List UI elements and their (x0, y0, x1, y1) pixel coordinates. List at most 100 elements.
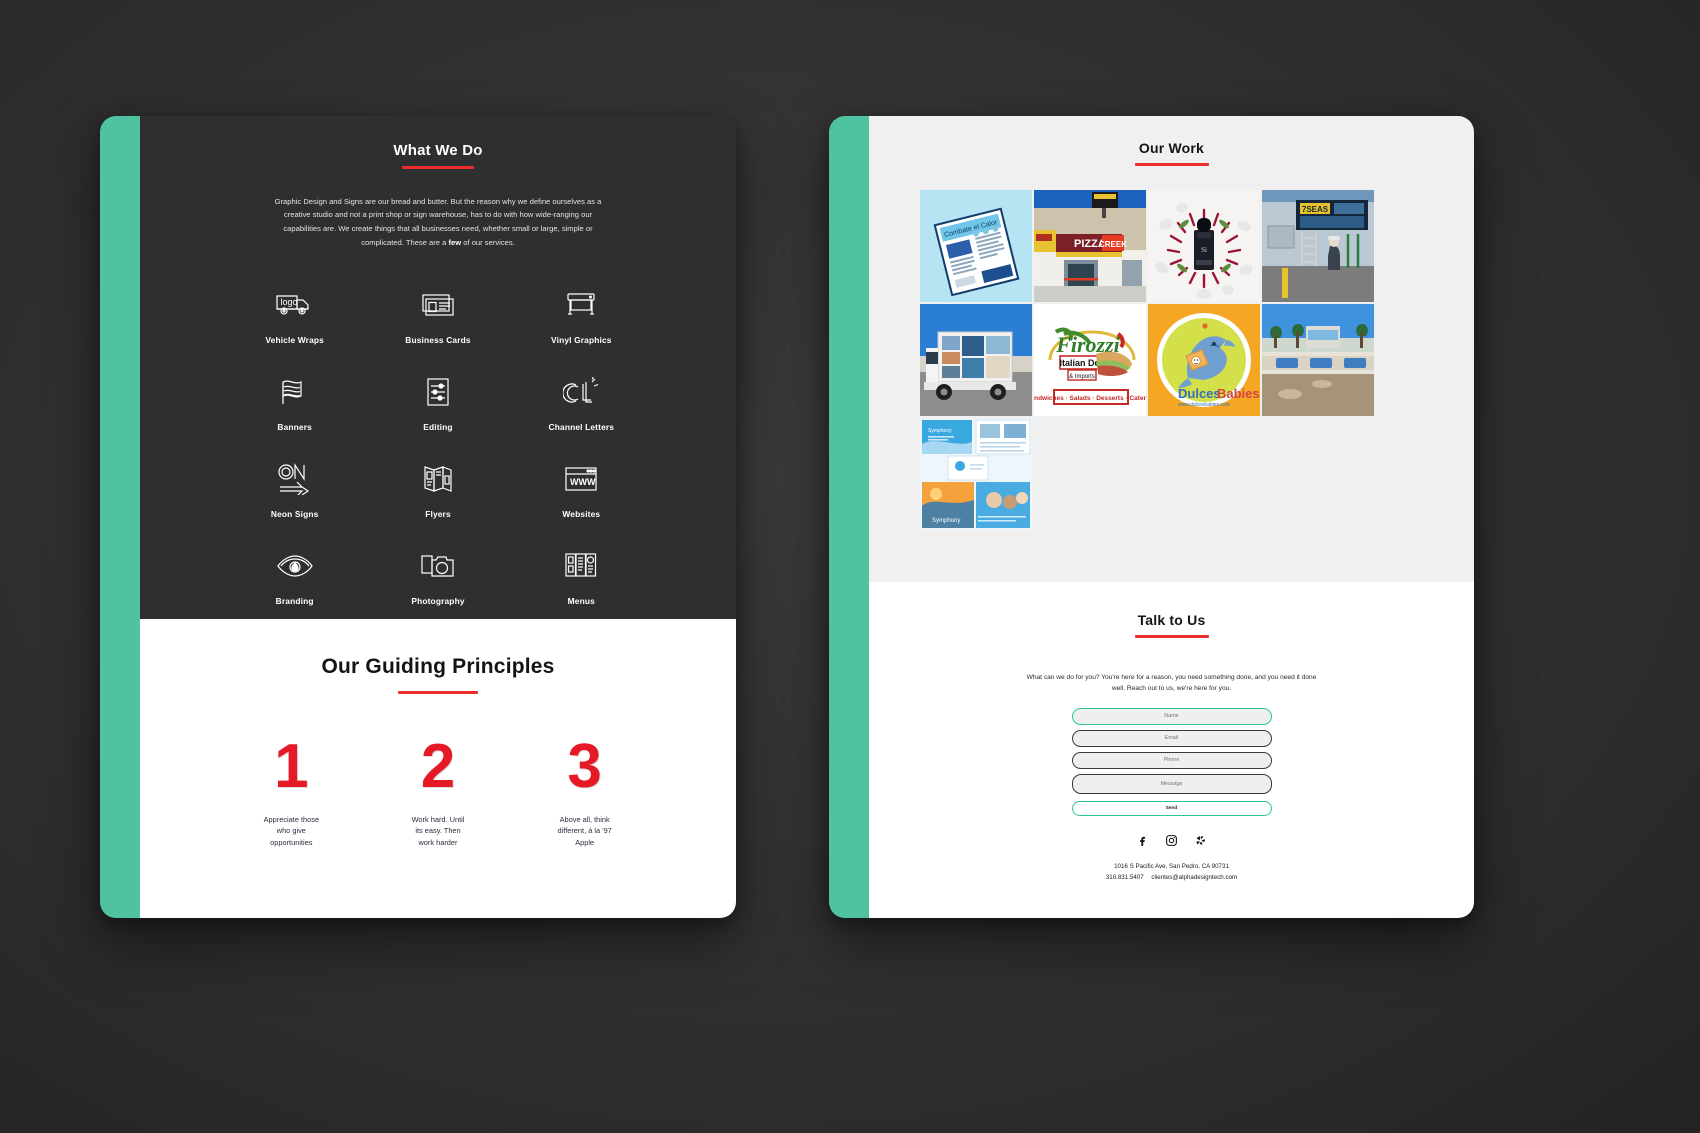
service-item-editing[interactable]: Editing (366, 371, 509, 432)
what-we-do-title: What We Do (393, 142, 483, 159)
svg-text:Symphony: Symphony (932, 518, 960, 524)
work-gallery-grid: Combate el Calor PIZZA CREEK Si 7SEAS Fi… (920, 190, 1378, 530)
what-we-do-intro: Graphic Design and Signs are our bread a… (273, 195, 603, 250)
what-we-do-card: What We Do Graphic Design and Signs are … (100, 116, 736, 918)
box-truck-wrap-thumbnail[interactable] (920, 304, 1032, 416)
instagram-icon[interactable] (1165, 834, 1178, 847)
footer-phone[interactable]: 310.831.5407 (1106, 874, 1144, 881)
svg-text:Babies: Babies (1217, 386, 1260, 401)
service-label: Websites (562, 508, 601, 519)
brand-collateral-thumbnail[interactable]: Symphony Symphony (920, 418, 1032, 530)
services-grid: logo Vehicle Wraps Business Cards Vinyl … (223, 284, 653, 606)
service-item-channel-letters[interactable]: Channel Letters (510, 371, 653, 432)
guiding-principles-section: Our Guiding Principles 1 Appreciate thos… (140, 619, 736, 918)
our-work-section: Our Work Combate el Calor PIZZA CREEK Si… (869, 116, 1474, 582)
svg-text:CREEK: CREEK (1099, 240, 1127, 249)
service-label: Vehicle Wraps (265, 334, 324, 345)
service-item-neon-signs[interactable]: Neon Signs (223, 458, 366, 519)
message-input[interactable] (1071, 773, 1272, 794)
service-item-business-cards[interactable]: Business Cards (366, 284, 509, 345)
left-card-body: What We Do Graphic Design and Signs are … (140, 116, 736, 918)
service-label: Editing (423, 421, 453, 432)
browser-www-icon: WWW (564, 458, 598, 500)
footer-phone-email: 310.831.5407 clientes@alphadesigntech.co… (869, 872, 1474, 883)
beach-mural-thumbnail[interactable] (1262, 304, 1374, 416)
footer-address: 1016 S Pacific Ave, San Pedro, CA 90731 (1114, 862, 1229, 870)
social-links (869, 834, 1474, 847)
service-label: Banners (277, 421, 312, 432)
flyer-mockup-thumbnail[interactable]: Combate el Calor (920, 190, 1032, 302)
seven-seas-sign-install-thumbnail[interactable]: 7SEAS (1262, 190, 1374, 302)
truck-logo-icon: logo (275, 284, 315, 326)
left-card-accent-strip (100, 116, 140, 918)
footer-contact-info: 1016 S Pacific Ave, San Pedro, CA 90731 … (869, 861, 1474, 884)
neon-on-arrow-icon (276, 458, 314, 500)
service-item-vinyl-graphics[interactable]: Vinyl Graphics (510, 284, 653, 345)
firozzi-deli-logo-thumbnail[interactable]: Firozzi Italian Deli & Imports Sandwiche… (1034, 304, 1146, 416)
dulces-babies-logo-thumbnail[interactable]: Dulces Babies www.dulcesbabies.com (1148, 304, 1260, 416)
intro-bold-few: few (448, 237, 462, 247)
svg-text:Dulces: Dulces (1178, 386, 1221, 401)
service-item-branding[interactable]: Branding (223, 545, 366, 606)
service-item-websites[interactable]: WWW Websites (510, 458, 653, 519)
svg-text:logo: logo (280, 297, 297, 307)
our-work-title-rule (1134, 163, 1209, 166)
svg-text:Sandwiches · Salads · Desserts: Sandwiches · Salads · Desserts · Caterin… (1034, 395, 1146, 402)
guiding-principles-title: Our Guiding Principles (321, 655, 555, 678)
principle-number: 1 (274, 732, 309, 801)
svg-text:Symphony: Symphony (928, 428, 952, 434)
eye-icon (276, 545, 314, 587)
our-work-title: Our Work (1138, 140, 1205, 156)
service-label: Flyers (425, 508, 451, 519)
principle-number: 3 (567, 732, 602, 801)
right-card-body: Our Work Combate el Calor PIZZA CREEK Si… (869, 116, 1474, 918)
name-input[interactable] (1071, 707, 1272, 725)
perfume-product-photo-thumbnail[interactable]: Si (1148, 190, 1260, 302)
service-label: Channel Letters (548, 421, 615, 432)
service-label: Photography (411, 595, 465, 606)
contact-form: Send (1071, 707, 1272, 816)
facebook-icon[interactable] (1136, 834, 1149, 847)
service-label: Vinyl Graphics (551, 334, 612, 345)
principle-number: 2 (420, 732, 456, 801)
svg-text:& Imports: & Imports (1069, 374, 1095, 380)
svg-text:www.dulcesbabies.com: www.dulcesbabies.com (1178, 402, 1230, 408)
business-card-icon (421, 284, 455, 326)
principle-text: Appreciate those who give opportunities (263, 815, 320, 847)
pizza-creek-storefront-thumbnail[interactable]: PIZZA CREEK (1034, 190, 1146, 302)
flag-banner-icon (279, 371, 311, 413)
intro-part-1: Graphic Design and Signs are our bread a… (274, 196, 602, 247)
our-work-contact-card: Our Work Combate el Calor PIZZA CREEK Si… (829, 116, 1474, 918)
talk-to-us-title: Talk to Us (1137, 612, 1206, 628)
service-item-photography[interactable]: Photography (366, 545, 509, 606)
guiding-principles-title-rule (398, 691, 478, 694)
sliders-document-icon (425, 371, 451, 413)
talk-to-us-title-rule (1134, 635, 1209, 638)
service-item-banners[interactable]: Banners (223, 371, 366, 432)
principles-grid: 1 Appreciate those who give opportunitie… (218, 736, 658, 848)
footer-email[interactable]: clientes@alphadesigntech.com (1151, 874, 1237, 881)
channel-letters-cl-icon (563, 371, 599, 413)
trifold-flyer-icon (421, 458, 455, 500)
service-label: Neon Signs (270, 508, 319, 519)
principle-item-1: 1 Appreciate those who give opportunitie… (218, 736, 365, 848)
camera-icon (420, 545, 456, 587)
menu-trifold-icon (563, 545, 599, 587)
yelp-icon[interactable] (1194, 834, 1207, 847)
principle-text: Above all, think different, á la '97 App… (557, 815, 612, 847)
talk-to-us-section: Talk to Us What can we do for you? You'r… (869, 582, 1474, 918)
service-item-vehicle-wraps[interactable]: logo Vehicle Wraps (223, 284, 366, 345)
phone-input[interactable] (1071, 751, 1272, 769)
service-label: Menus (567, 595, 595, 606)
principle-item-2: 2 Work hard. Until its easy. Then work h… (365, 736, 512, 848)
service-label: Branding (275, 595, 314, 606)
what-we-do-section: What We Do Graphic Design and Signs are … (140, 116, 736, 619)
service-item-flyers[interactable]: Flyers (366, 458, 509, 519)
send-button[interactable]: Send (1071, 800, 1272, 816)
large-format-printer-icon (565, 284, 597, 326)
svg-text:7SEAS: 7SEAS (1302, 205, 1329, 214)
principle-text: Work hard. Until its easy. Then work har… (411, 815, 465, 847)
service-item-menus[interactable]: Menus (510, 545, 653, 606)
email-input[interactable] (1071, 729, 1272, 747)
svg-text:WWW: WWW (570, 477, 596, 487)
